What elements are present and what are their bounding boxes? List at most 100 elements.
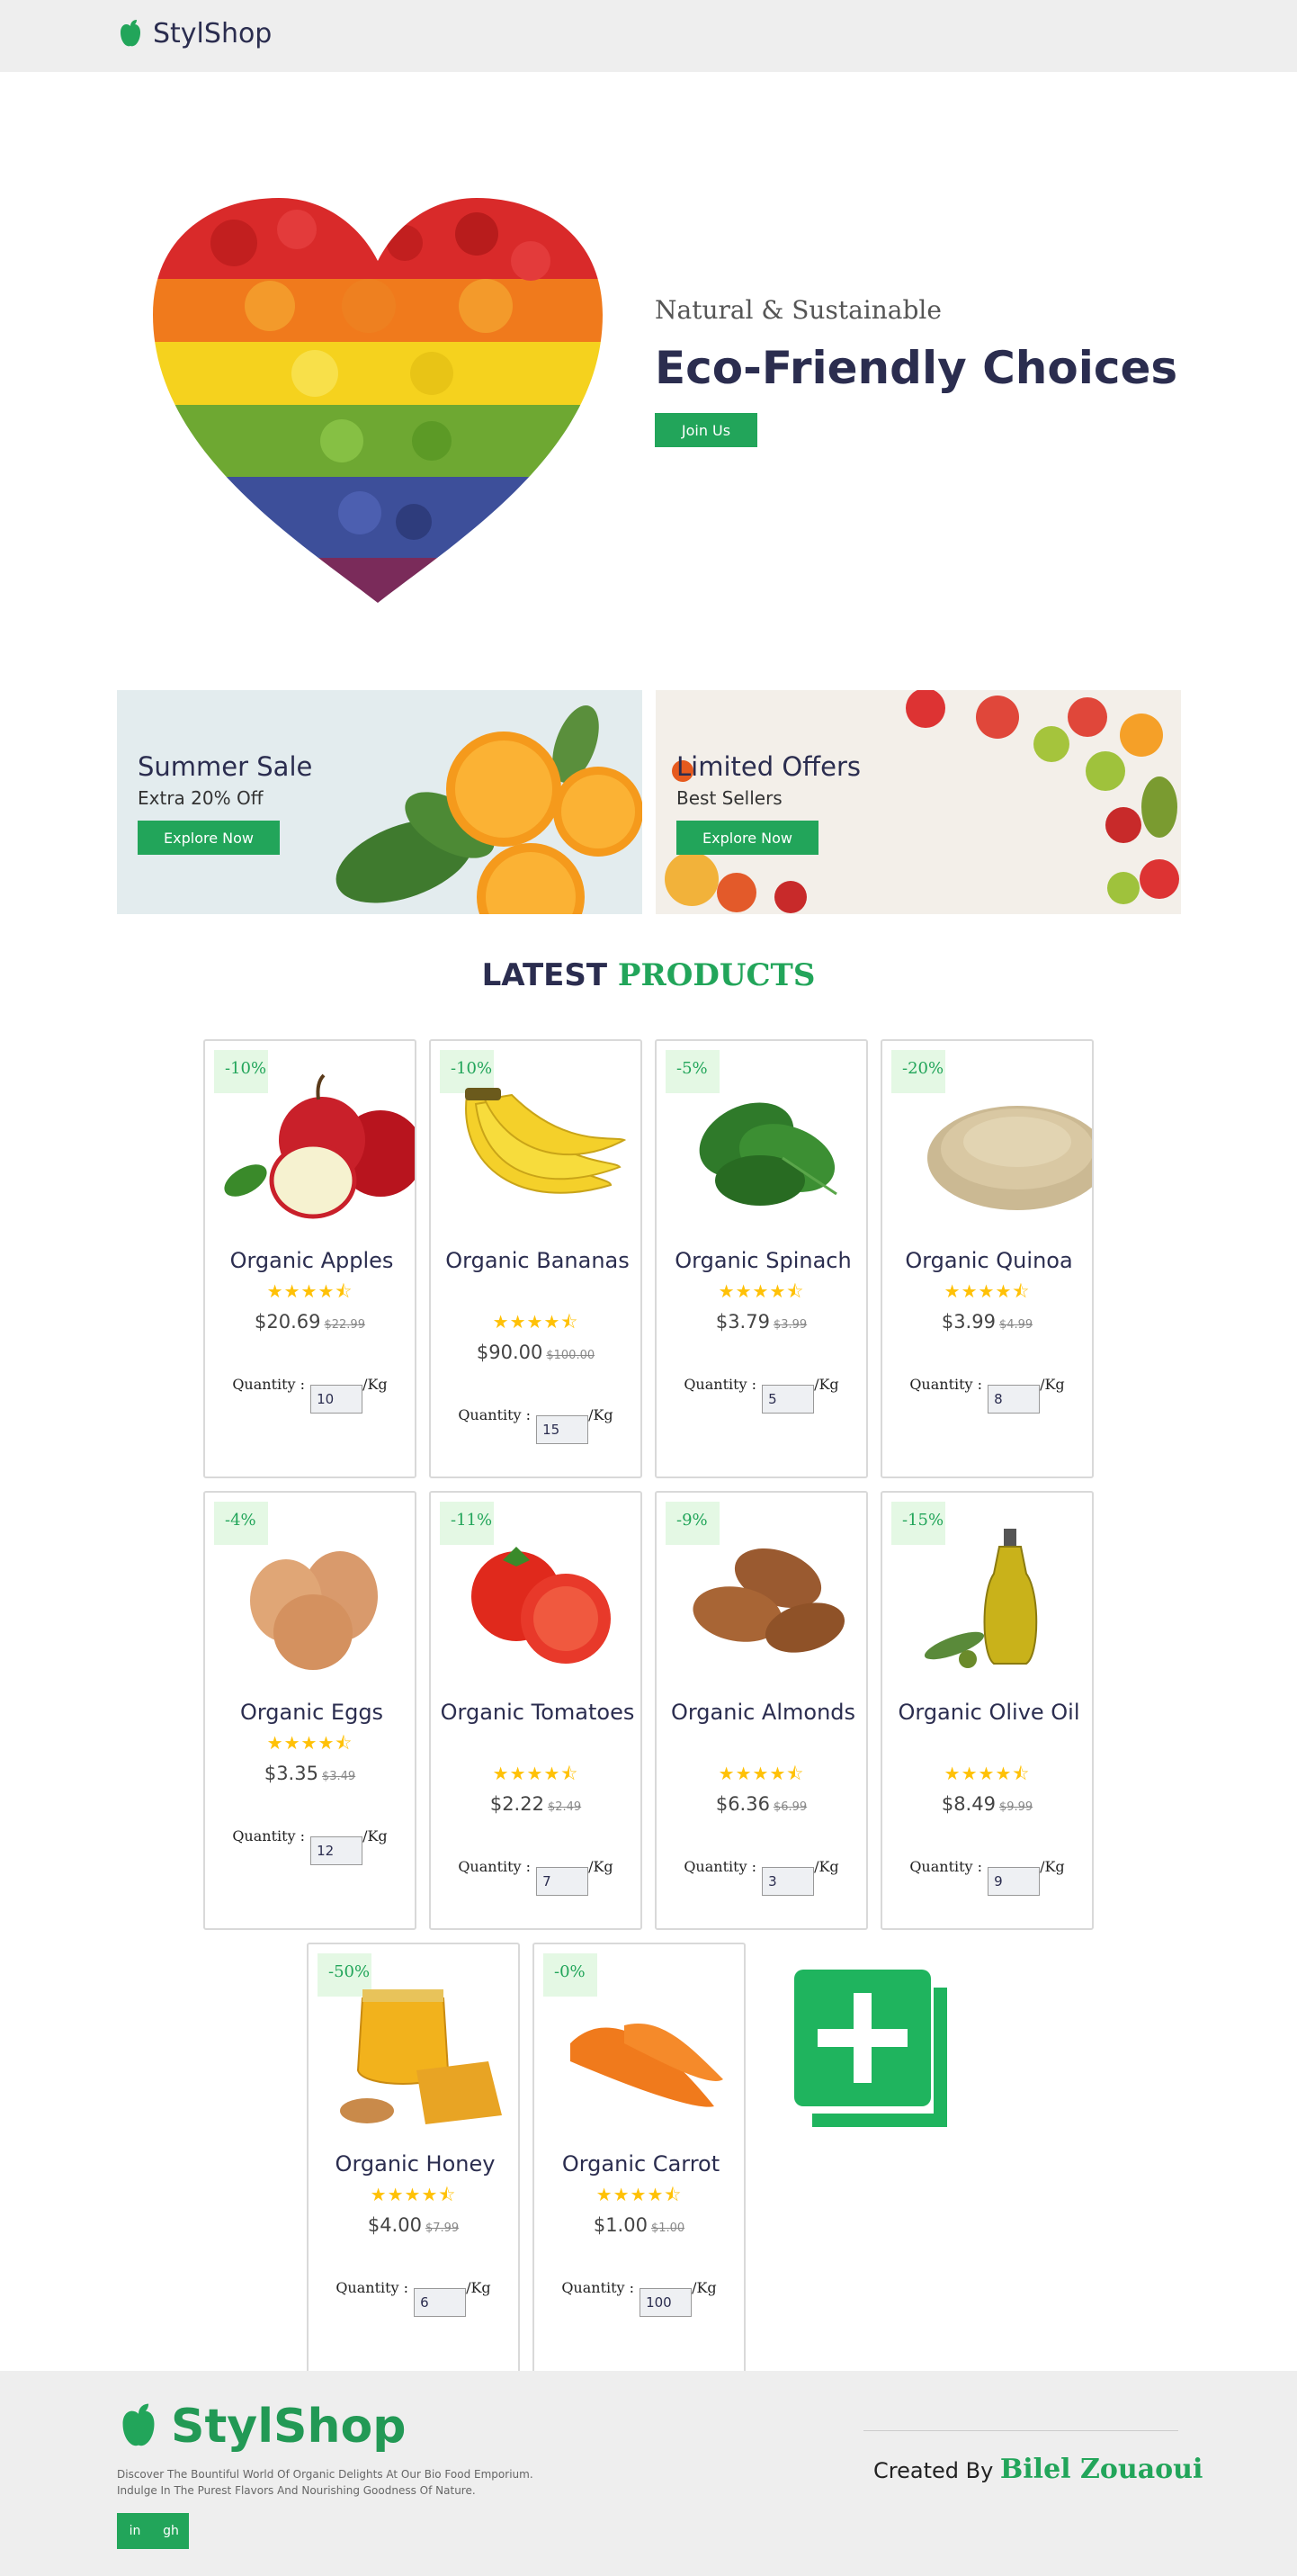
price-line: $4.00 $7.99 <box>309 2214 518 2236</box>
product-card[interactable]: -20% Organic Quinoa ★★★★⯪ $3.99 $4.99 Qua… <box>881 1039 1094 1478</box>
unit-label: /Kg <box>362 1827 388 1844</box>
old-price: $100.00 <box>546 1349 595 1362</box>
price: $3.99 <box>941 1311 996 1333</box>
almonds-image <box>693 1548 845 1653</box>
rating-stars: ★★★★⯪ <box>718 1280 805 1302</box>
product-name: Organic Quinoa <box>905 1248 1073 1273</box>
old-price: $3.49 <box>321 1770 356 1783</box>
product-card[interactable]: -5% Organic Spinach ★★★★⯪ $3.79 $3.99 Qua… <box>655 1039 868 1478</box>
rating-stars: ★★★★⯪ <box>492 1763 579 1784</box>
rating-stars: ★★★★⯪ <box>266 1732 353 1754</box>
brand-logo[interactable]: StylShop <box>117 18 272 49</box>
quantity-row: Quantity : /Kg <box>431 1858 640 1896</box>
price-line: $6.36 $6.99 <box>657 1793 866 1815</box>
heading-part1: LATEST <box>481 957 608 993</box>
footer-divider <box>863 2430 1178 2431</box>
apple-icon <box>121 19 140 46</box>
banner-subtitle: Extra 20% Off <box>138 787 264 809</box>
product-card[interactable]: -50% Organic Honey ★★★★⯪ $4.00 $7.99 Quan… <box>307 1943 520 2382</box>
quantity-input[interactable] <box>310 1836 363 1865</box>
summer-sale-banner: Summer Sale Extra 20% Off Explore Now <box>117 690 642 914</box>
product-name: Organic Almonds <box>670 1700 856 1725</box>
price: $3.35 <box>264 1763 318 1784</box>
github-icon[interactable]: gh <box>153 2513 189 2549</box>
spinach-image <box>699 1102 837 1206</box>
product-card[interactable]: -4% Organic Eggs ★★★★⯪ $3.35 $3.49 Quanti… <box>203 1491 416 1930</box>
fruit-heart-image <box>153 198 603 603</box>
quantity-input[interactable] <box>414 2288 467 2317</box>
old-price: $2.49 <box>547 1800 582 1814</box>
quantity-label: Quantity : <box>232 1827 306 1844</box>
price: $20.69 <box>255 1311 321 1333</box>
price-line: $2.22 $2.49 <box>431 1793 640 1815</box>
bananas-image <box>465 1088 627 1194</box>
explore-now-button[interactable]: Explore Now <box>138 821 280 855</box>
old-price: $22.99 <box>324 1318 365 1332</box>
rating-stars: ★★★★⯪ <box>266 1280 353 1302</box>
product-name: Organic Eggs <box>239 1700 384 1725</box>
footer-description: Discover The Bountiful World Of Organic … <box>117 2466 585 2499</box>
credit-author[interactable]: Bilel Zouaoui <box>1000 2454 1203 2485</box>
site-footer: StylShop Discover The Bountiful World Of… <box>0 2371 1297 2576</box>
old-price: $6.99 <box>773 1800 808 1814</box>
social-links: in gh <box>117 2513 189 2549</box>
price: $1.00 <box>593 2214 648 2236</box>
quantity-input[interactable] <box>536 1867 589 1896</box>
product-card[interactable]: -0% Organic Carrot ★★★★⯪ $1.00 $1.00 Quan… <box>532 1943 746 2382</box>
quantity-input[interactable] <box>762 1867 815 1896</box>
site-header: StylShop <box>0 0 1297 72</box>
rating-stars: ★★★★⯪ <box>944 1763 1031 1784</box>
unit-label: /Kg <box>362 1376 388 1393</box>
quantity-row: Quantity : /Kg <box>882 1376 1092 1414</box>
product-card[interactable]: -9% Organic Almonds ★★★★⯪ $6.36 $6.99 Qua… <box>655 1491 868 1930</box>
quantity-row: Quantity : /Kg <box>657 1858 866 1896</box>
product-name: Organic Olive Oil <box>898 1700 1080 1725</box>
product-name: Organic Tomatoes <box>440 1700 635 1725</box>
quantity-label: Quantity : <box>458 1406 532 1423</box>
banner-subtitle: Best Sellers <box>676 787 783 809</box>
rating-stars: ★★★★⯪ <box>370 2184 457 2205</box>
apple-icon <box>122 2403 155 2446</box>
price-line: $20.69 $22.99 <box>205 1311 415 1333</box>
quantity-input[interactable] <box>640 2288 693 2317</box>
olive-oil-image <box>924 1529 1038 1668</box>
tomatoes-image <box>471 1547 611 1664</box>
linkedin-icon[interactable]: in <box>117 2513 153 2549</box>
carrot-image <box>570 2024 723 2107</box>
price: $3.79 <box>715 1311 770 1333</box>
unit-label: /Kg <box>466 2279 491 2296</box>
product-card[interactable]: -10% Organic Apples ★★★★⯪ $20.69 $22.99 Q… <box>203 1039 416 1478</box>
unit-label: /Kg <box>588 1858 613 1875</box>
quantity-label: Quantity : <box>909 1376 983 1393</box>
unit-label: /Kg <box>814 1376 839 1393</box>
quantity-input[interactable] <box>310 1385 363 1414</box>
price-line: $3.35 $3.49 <box>205 1763 415 1784</box>
price: $8.49 <box>941 1793 996 1815</box>
product-card[interactable]: -10% Organic Bananas ★★★★⯪ $90.00 $100.00… <box>429 1039 642 1478</box>
price-line: $3.99 $4.99 <box>882 1311 1092 1333</box>
product-card[interactable]: -15% Organic Olive Oil ★★★★⯪ $8.49 $9.99 … <box>881 1491 1094 1930</box>
add-product-button[interactable] <box>794 1970 956 2132</box>
quantity-label: Quantity : <box>335 2279 409 2296</box>
explore-now-button[interactable]: Explore Now <box>676 821 818 855</box>
quantity-input[interactable] <box>988 1867 1041 1896</box>
unit-label: /Kg <box>1040 1376 1065 1393</box>
quantity-input[interactable] <box>762 1385 815 1414</box>
quantity-input[interactable] <box>536 1415 589 1444</box>
product-name: Organic Carrot <box>561 2151 720 2177</box>
quantity-input[interactable] <box>988 1385 1041 1414</box>
join-us-button[interactable]: Join Us <box>655 413 757 447</box>
footer-brand-name: StylShop <box>171 2400 407 2454</box>
product-name: Organic Bananas <box>445 1248 630 1273</box>
footer-brand[interactable]: StylShop <box>117 2400 406 2454</box>
quantity-row: Quantity : /Kg <box>309 2279 518 2317</box>
price: $4.00 <box>367 2214 422 2236</box>
quinoa-image <box>927 1106 1092 1210</box>
product-card[interactable]: -11% Organic Tomatoes ★★★★⯪ $2.22 $2.49 Q… <box>429 1491 642 1930</box>
honey-image <box>340 1989 502 2124</box>
price-line: $1.00 $1.00 <box>534 2214 744 2236</box>
old-price: $7.99 <box>425 2221 460 2235</box>
unit-label: /Kg <box>588 1406 613 1423</box>
heading-part2: PRODUCTS <box>617 957 816 993</box>
quantity-label: Quantity : <box>232 1376 306 1393</box>
